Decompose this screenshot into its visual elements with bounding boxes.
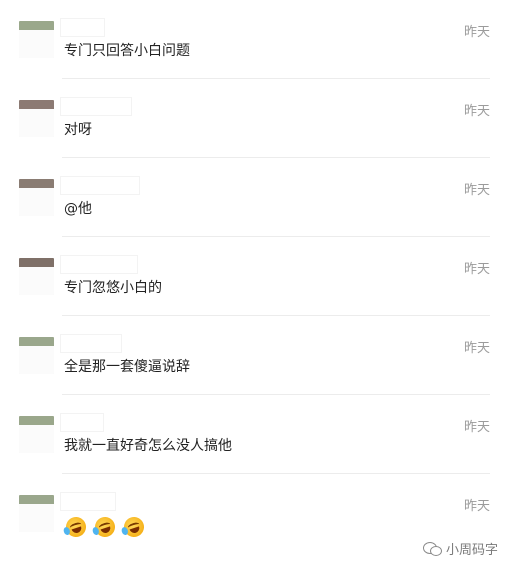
avatar[interactable]: [19, 100, 54, 137]
avatar-image: [19, 337, 54, 346]
avatar-image: [19, 21, 54, 30]
comment-item[interactable]: 昨天 对呀: [0, 79, 514, 158]
comment-text: 专门忽悠小白的: [64, 280, 162, 296]
laugh-cry-emoji-icon: [120, 514, 147, 540]
comment-item[interactable]: 昨天 我就一直好奇怎么没人搞他: [0, 395, 514, 474]
username-mask: [60, 413, 104, 432]
avatar-mask: [19, 346, 54, 374]
watermark: 小周码字: [422, 539, 498, 558]
comment-item[interactable]: 昨天 专门忽悠小白的: [0, 237, 514, 316]
avatar-image: [19, 179, 54, 188]
comment-text: 我就一直好奇怎么没人搞他: [64, 438, 232, 454]
comment-text: 全是那一套傻逼说辞: [64, 359, 190, 375]
avatar-mask: [19, 30, 54, 58]
comment-time: 昨天: [463, 104, 490, 119]
avatar[interactable]: [19, 21, 54, 58]
avatar-image: [19, 495, 54, 504]
avatar-mask: [19, 109, 54, 137]
comment-text: @他: [64, 201, 92, 217]
avatar[interactable]: [19, 258, 54, 295]
comment-item[interactable]: 昨天 全是那一套傻逼说辞: [0, 316, 514, 395]
avatar-mask: [19, 267, 54, 295]
username-mask: [60, 18, 105, 37]
avatar-image: [19, 258, 54, 267]
tear-icon: [120, 526, 129, 536]
comment-time: 昨天: [463, 420, 490, 435]
comment-time: 昨天: [463, 183, 490, 198]
username-mask: [60, 334, 122, 353]
username-mask: [60, 492, 116, 511]
avatar[interactable]: [19, 495, 54, 532]
comment-item[interactable]: 昨天 专门只回答小白问题: [0, 0, 514, 79]
avatar[interactable]: [19, 179, 54, 216]
comment-text: 专门只回答小白问题: [64, 43, 190, 59]
tear-icon: [91, 526, 100, 536]
username-mask: [60, 255, 138, 274]
username-mask: [60, 97, 132, 116]
comment-text: 对呀: [64, 122, 92, 138]
avatar[interactable]: [19, 416, 54, 453]
avatar-mask: [19, 188, 54, 216]
watermark-text: 小周码字: [445, 543, 498, 558]
laugh-cry-emoji-icon: [62, 514, 89, 540]
comment-item[interactable]: 昨天 @他: [0, 158, 514, 237]
comment-time: 昨天: [463, 25, 490, 40]
emoji-row: [62, 514, 147, 540]
laugh-cry-emoji-icon: [91, 514, 118, 540]
comment-time: 昨天: [463, 499, 490, 514]
avatar-mask: [19, 504, 54, 532]
avatar[interactable]: [19, 337, 54, 374]
comment-time: 昨天: [463, 262, 490, 277]
avatar-mask: [19, 425, 54, 453]
comment-time: 昨天: [463, 341, 490, 356]
wechat-icon: [422, 541, 442, 556]
avatar-image: [19, 100, 54, 109]
username-mask: [60, 176, 140, 195]
avatar-image: [19, 416, 54, 425]
